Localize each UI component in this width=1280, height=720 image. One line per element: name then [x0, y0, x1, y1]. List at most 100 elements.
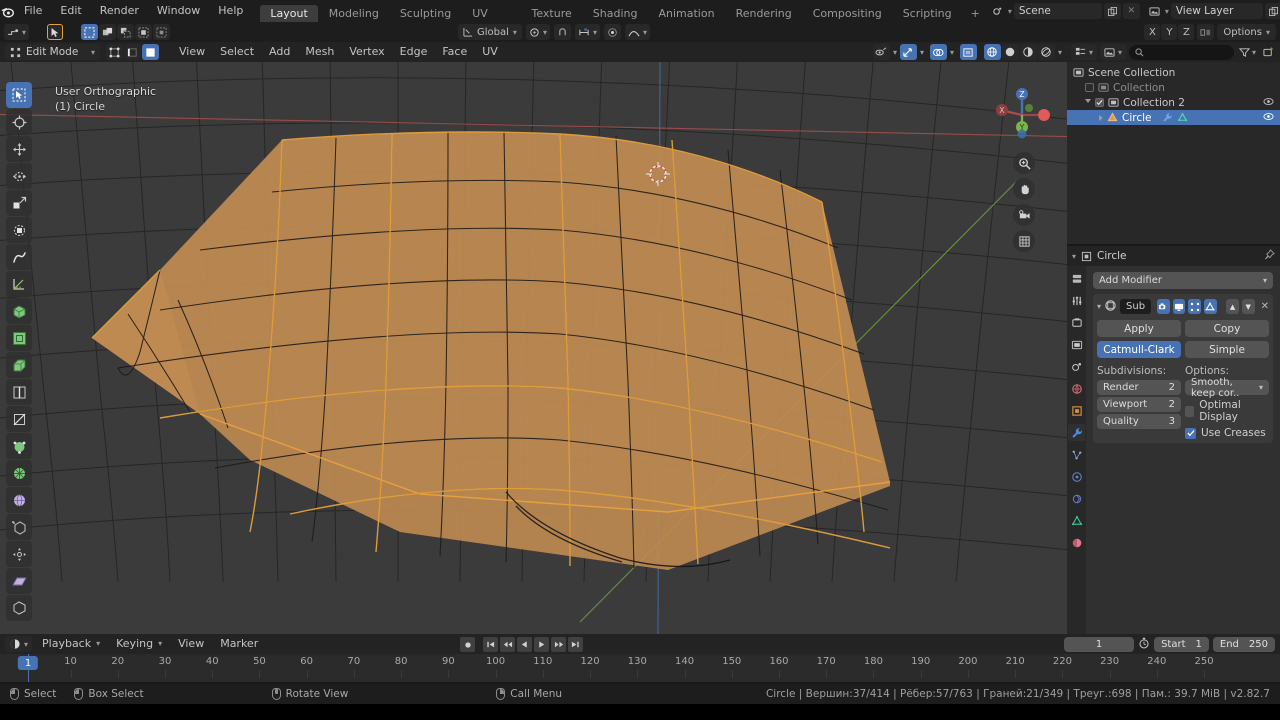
- select-invert-icon[interactable]: [135, 24, 153, 40]
- pin-icon[interactable]: [1264, 249, 1275, 263]
- select-extend-icon[interactable]: [99, 24, 117, 40]
- new-collection-icon[interactable]: [1261, 44, 1276, 60]
- lock-axis-x-button[interactable]: X: [1144, 24, 1161, 40]
- menu-help[interactable]: Help: [209, 0, 252, 22]
- object-tab-icon[interactable]: [1068, 402, 1085, 419]
- current-frame-field[interactable]: 1: [1064, 637, 1135, 652]
- snap-magnet-icon[interactable]: [553, 24, 571, 40]
- properties-editor[interactable]: Add Modifier ▾ ▾ Sub ▲ ▼ ✕ Apply Copy Ca…: [1067, 266, 1280, 634]
- menu-render[interactable]: Render: [91, 0, 148, 22]
- optimal-display-checkbox[interactable]: [1185, 405, 1195, 417]
- blender-logo-icon[interactable]: [0, 0, 15, 22]
- data-tab-icon[interactable]: [1068, 512, 1085, 529]
- extrude-region-icon[interactable]: [6, 298, 32, 324]
- simple-button[interactable]: Simple: [1185, 341, 1269, 358]
- use-creases-checkbox[interactable]: [1185, 427, 1196, 439]
- collection-2-checkbox[interactable]: [1095, 98, 1104, 107]
- camera-icon[interactable]: [1013, 204, 1035, 226]
- chevron-down-icon[interactable]: [1085, 99, 1091, 106]
- quality-field[interactable]: Quality 3: [1097, 414, 1181, 429]
- timeline-menu-marker[interactable]: Marker: [214, 636, 264, 652]
- pivot-point-icon[interactable]: ▾: [525, 24, 550, 40]
- modifier-name-field[interactable]: Sub: [1120, 299, 1152, 314]
- move-up-icon[interactable]: ▲: [1226, 299, 1239, 314]
- workspace-tab-add[interactable]: +: [963, 5, 988, 22]
- shading-wireframe-icon[interactable]: [983, 44, 1001, 60]
- filter-id-icon[interactable]: ▾: [1100, 44, 1127, 60]
- falloff-curve-icon[interactable]: ▾: [624, 24, 650, 40]
- visibility-icon[interactable]: [872, 44, 890, 60]
- view-layer-icon[interactable]: [1146, 3, 1163, 19]
- view-layer-chevron-down-icon[interactable]: ▾: [1165, 7, 1169, 16]
- modifier-tab-icon[interactable]: [1068, 424, 1085, 441]
- visibility-eye-icon[interactable]: [1263, 111, 1274, 125]
- workspace-tab-uv-editing[interactable]: UV Editing: [462, 5, 520, 37]
- pan-hand-icon[interactable]: [1013, 178, 1035, 200]
- new-scene-button[interactable]: [1103, 3, 1121, 19]
- viewport-menu-select[interactable]: Select: [214, 44, 260, 60]
- render-subdivisions-field[interactable]: Render 2: [1097, 380, 1181, 395]
- face-select-icon[interactable]: [142, 44, 159, 60]
- timeline-ruler[interactable]: 10 20 30 40 50 60 70 80 90 100 110 120 130 140 150 160 1…: [0, 654, 1280, 682]
- lock-axis-z-button[interactable]: Z: [1178, 24, 1195, 40]
- workspace-tab-shading[interactable]: Shading: [583, 5, 648, 22]
- measure-tool-icon[interactable]: [6, 271, 32, 297]
- poly-build-icon[interactable]: [6, 433, 32, 459]
- tool-tab-icon[interactable]: [1068, 270, 1085, 287]
- tweak-select-icon[interactable]: [6, 82, 32, 108]
- rip-region-icon[interactable]: [6, 595, 32, 621]
- workspace-tab-animation[interactable]: Animation: [648, 5, 724, 22]
- end-frame-field[interactable]: End 250: [1212, 637, 1275, 652]
- collapse-triangle-icon[interactable]: ▾: [1097, 302, 1101, 311]
- xray-toggle-icon[interactable]: [959, 44, 977, 60]
- scene-tab-icon[interactable]: [1068, 358, 1085, 375]
- viewport-menu-vertex[interactable]: Vertex: [343, 44, 390, 60]
- tweak-cursor-icon[interactable]: [47, 24, 64, 40]
- options-dropdown[interactable]: Options ▾: [1217, 24, 1276, 40]
- render-toggle-icon[interactable]: [1157, 299, 1170, 314]
- outliner[interactable]: Scene Collection Collection Collection 2…: [1067, 62, 1280, 244]
- zoom-icon[interactable]: [1013, 152, 1035, 174]
- copy-button[interactable]: Copy: [1185, 320, 1269, 337]
- navigation-gizmo[interactable]: Z Y X: [991, 84, 1053, 146]
- viewport-menu-view[interactable]: View: [173, 44, 211, 60]
- transform-orientation-dropdown[interactable]: Global ▾: [458, 24, 522, 40]
- particles-tab-icon[interactable]: [1068, 446, 1085, 463]
- knife-icon[interactable]: [6, 406, 32, 432]
- on-cage-toggle-icon[interactable]: [1204, 299, 1217, 314]
- menu-edit[interactable]: Edit: [51, 0, 90, 22]
- mirror-icon[interactable]: [1197, 24, 1215, 40]
- select-subtract-icon[interactable]: [117, 24, 135, 40]
- stopwatch-icon[interactable]: [1138, 637, 1150, 652]
- overlays-icon[interactable]: [929, 44, 947, 60]
- workspace-tab-compositing[interactable]: Compositing: [803, 5, 892, 22]
- collection-checkbox[interactable]: [1085, 83, 1094, 92]
- display-mode-icon[interactable]: ▾: [1071, 44, 1098, 60]
- shear-icon[interactable]: [6, 568, 32, 594]
- viewport-menu-uv[interactable]: UV: [476, 44, 504, 60]
- material-tab-icon[interactable]: [1068, 534, 1085, 551]
- bevel-icon[interactable]: [6, 352, 32, 378]
- cursor-tool-icon[interactable]: [6, 109, 32, 135]
- viewport-menu-mesh[interactable]: Mesh: [299, 44, 340, 60]
- scene-icon[interactable]: [989, 3, 1006, 19]
- visibility-eye-icon[interactable]: [1263, 96, 1274, 110]
- viewport-subdivisions-field[interactable]: Viewport 2: [1097, 397, 1181, 412]
- timeline-editor-icon[interactable]: ▾: [5, 636, 33, 652]
- timeline-menu-playback[interactable]: Playback ▾: [36, 636, 106, 652]
- viewport-menu-edge[interactable]: Edge: [394, 44, 434, 60]
- delete-modifier-icon[interactable]: ✕: [1258, 301, 1269, 312]
- vertex-select-icon[interactable]: [106, 44, 123, 60]
- editor-type-icon[interactable]: ▾: [4, 24, 30, 40]
- scene-chevron-down-icon[interactable]: ▾: [1008, 7, 1012, 16]
- transform-tool-icon[interactable]: [6, 217, 32, 243]
- inset-faces-icon[interactable]: [6, 325, 32, 351]
- record-icon[interactable]: [460, 637, 475, 652]
- menu-file[interactable]: File: [15, 0, 51, 22]
- catmull-clark-button[interactable]: Catmull-Clark: [1097, 341, 1181, 358]
- play-reverse-icon[interactable]: [517, 637, 532, 652]
- outliner-search-input[interactable]: [1129, 44, 1234, 60]
- scene-name-field[interactable]: Scene: [1013, 3, 1102, 19]
- viewport-menu-add[interactable]: Add: [263, 44, 296, 60]
- viewport-menu-face[interactable]: Face: [436, 44, 473, 60]
